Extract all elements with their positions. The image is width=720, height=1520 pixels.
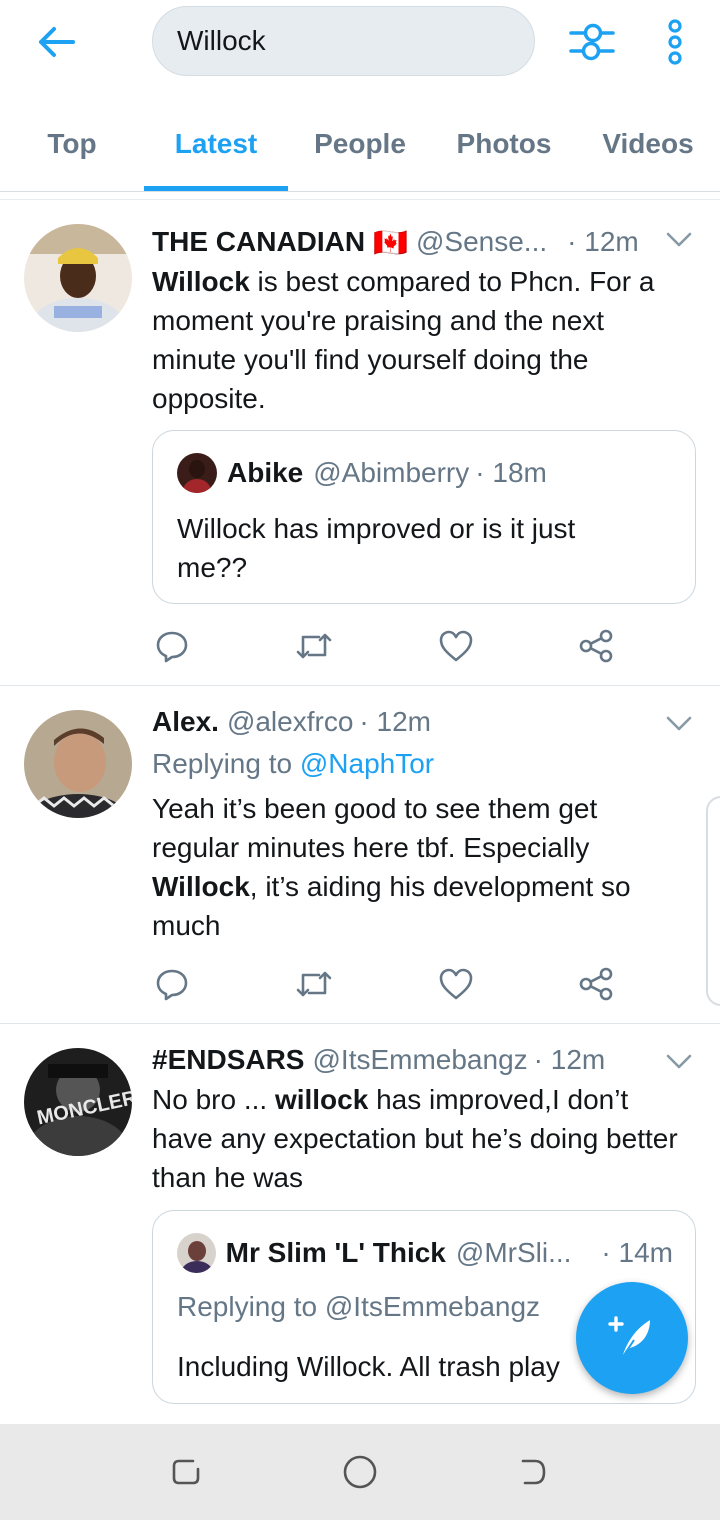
search-field[interactable] [152,6,535,76]
search-tabs: Top Latest People Photos Videos [0,110,720,192]
reply-button[interactable] [152,626,192,666]
share-icon [579,629,613,663]
tweet-timestamp: · 12m [533,1044,606,1075]
quoted-tweet-header: Abike @Abimberry · 18m [177,453,547,493]
author-name[interactable]: #ENDSARS [152,1044,304,1076]
share-button[interactable] [576,964,616,1004]
quoted-replying-to: Replying to @ItsEmmebangz [177,1291,541,1322]
retweet-button[interactable] [294,964,334,1004]
header-divider [0,192,720,200]
search-filter-button[interactable] [566,16,618,68]
reply-bubble-icon [156,631,188,663]
share-button[interactable] [576,626,616,666]
like-button[interactable] [436,964,476,1004]
avatar [177,1233,216,1273]
quoted-author-name: Abike [227,457,304,488]
tweet-text: No bro ... willock has improved,I don’t … [152,1080,692,1197]
active-tab-indicator [144,186,288,191]
recent-apps-icon [172,1459,200,1485]
avatar[interactable] [24,710,132,818]
sliders-icon [569,23,615,61]
quoted-tweet-header: Mr Slim 'L' Thick @MrSli... · 14m [177,1233,673,1273]
tweet-text-content: Yeah it’s been good to see them get regu… [152,793,598,863]
author-name[interactable]: THE CANADIAN [152,226,365,258]
quoted-tweet-text: Including Willock. All trash play [177,1351,560,1382]
system-navigation-bar [0,1424,720,1520]
author-name[interactable]: Alex. [152,706,219,738]
quoted-author-handle: @MrSli... [455,1237,572,1268]
tweet-item[interactable]: Alex. @alexfrco · 12m Replying to @NaphT… [0,686,720,1024]
reply-bubble-icon [156,969,188,1001]
home-circle-icon [343,1455,377,1489]
quoted-tweet-text: Willock has improved or is it just me?? [177,513,576,583]
reply-button[interactable] [152,964,192,1004]
back-nav-icon [521,1459,546,1485]
tweet-item[interactable]: THE CANADIAN 🇨🇦 @Sense... · 12m Willock … [0,200,720,686]
tweet-actions [152,964,632,1004]
author-handle[interactable]: @Sense... [416,226,547,258]
back-nav-button[interactable] [508,1450,556,1494]
highlighted-keyword: Willock [152,266,250,297]
quoted-tweet[interactable]: Abike @Abimberry · 18m Willock has impro… [152,430,696,604]
mention-link[interactable]: @NaphTor [300,748,434,779]
quoted-timestamp: · 18m [475,457,547,488]
search-input[interactable] [177,25,507,57]
tweet-actions [152,626,632,666]
tweet-text: Yeah it’s been good to see them get regu… [152,789,692,945]
compose-feather-icon [608,1316,650,1359]
tweet-text-content: No bro ... [152,1084,275,1115]
heart-icon [439,968,473,1000]
tweet-header: #ENDSARS @ItsEmmebangz · 12m [152,1042,692,1078]
tweet-timestamp: · 12m [567,226,639,257]
highlighted-keyword: Willock [152,871,250,902]
retweet-icon [296,633,332,659]
top-app-bar: Top Latest People Photos Videos [0,0,720,192]
tweet-header: THE CANADIAN 🇨🇦 @Sense... · 12m [152,224,692,260]
avatar [177,453,217,493]
tweet-timestamp: · 12m [359,706,431,737]
recent-apps-button[interactable] [162,1450,210,1494]
home-button[interactable] [336,1450,384,1494]
compose-tweet-button[interactable] [576,1282,688,1394]
tweet-body: THE CANADIAN 🇨🇦 @Sense... · 12m Willock … [152,224,692,418]
vertical-dots-icon [668,19,682,65]
tab-latest[interactable]: Latest [144,110,288,192]
retweet-icon [296,971,332,997]
edge-panel-handle[interactable] [706,796,720,1006]
quoted-timestamp: · 14m [601,1237,673,1268]
replying-to: Replying to @NaphTor [152,744,692,783]
avatar[interactable] [24,224,132,332]
avatar[interactable]: MONCLER [24,1048,132,1156]
heart-icon [439,630,473,662]
flag-icon: 🇨🇦 [373,226,408,258]
tab-top[interactable]: Top [0,110,144,192]
tweet-body: #ENDSARS @ItsEmmebangz · 12m No bro ... … [152,1042,692,1197]
author-handle[interactable]: @ItsEmmebangz [312,1044,527,1076]
quoted-author-name: Mr Slim 'L' Thick [225,1237,446,1268]
tweet-body: Alex. @alexfrco · 12m Replying to @NaphT… [152,704,692,945]
arrow-left-icon [39,27,75,57]
tab-photos[interactable]: Photos [432,110,576,192]
like-button[interactable] [436,626,476,666]
share-icon [579,967,613,1001]
quoted-author-handle: @Abimberry [313,457,470,488]
replying-to-label: Replying to [152,748,300,779]
tab-people[interactable]: People [288,110,432,192]
author-handle[interactable]: @alexfrco [227,706,353,738]
retweet-button[interactable] [294,626,334,666]
back-button[interactable] [30,18,82,66]
highlighted-keyword: willock [274,1084,369,1115]
tweet-header: Alex. @alexfrco · 12m [152,704,692,740]
more-options-button[interactable] [652,14,698,70]
tweet-text: Willock is best compared to Phcn. For a … [152,262,692,418]
tab-videos[interactable]: Videos [576,110,720,192]
